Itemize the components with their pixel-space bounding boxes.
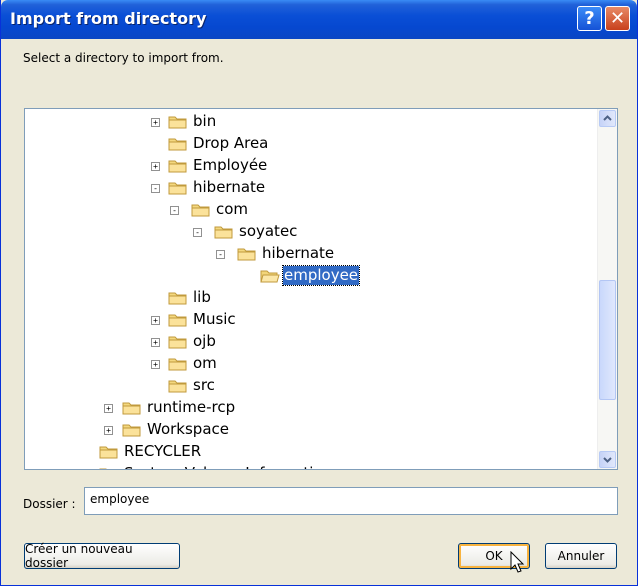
tree-node-label[interactable]: bin [192,112,217,131]
expand-icon[interactable]: + [104,426,113,435]
title-bar[interactable]: Import from directory ? ✕ [1,0,637,39]
folder-icon [168,158,188,174]
tree-node[interactable]: + ojb [25,331,598,353]
expand-icon[interactable]: + [151,316,160,325]
folder-icon [168,334,188,350]
tree-node-label[interactable]: om [192,354,218,373]
collapse-icon[interactable]: - [193,228,202,237]
tree-node-label[interactable]: lib [192,288,212,307]
tree-node[interactable]: + om [25,353,598,375]
folder-icon [168,136,188,152]
close-button[interactable]: ✕ [605,6,630,31]
expand-icon[interactable]: + [151,118,160,127]
tree-node[interactable]: - soyatec [25,221,598,243]
tree-node[interactable]: src [25,375,598,397]
tree-node-label[interactable]: Drop Area [192,134,269,153]
tree-node-label[interactable]: ojb [192,332,217,351]
tree-node-label[interactable]: hibernate [192,178,266,197]
folder-icon [122,400,142,416]
close-icon: ✕ [609,8,626,29]
tree-node-label[interactable]: employee [281,265,361,286]
folder-icon [168,356,188,372]
directory-tree[interactable]: + bin Drop Area + Employée - hibernate - com - soy… [24,108,618,470]
tree-viewport: + bin Drop Area + Employée - hibernate - com - soy… [25,109,598,469]
tree-node-label[interactable]: soyatec [238,222,298,241]
help-icon: ? [584,8,595,29]
tree-node[interactable]: lib [25,287,598,309]
collapse-icon[interactable]: - [151,184,160,193]
tree-node[interactable]: RECYCLER [25,441,598,463]
collapse-icon[interactable]: - [170,206,179,215]
folder-icon [99,466,119,469]
folder-icon [214,224,234,240]
tree-node[interactable]: + bin [25,111,598,133]
tree-node[interactable]: - hibernate [25,177,598,199]
folder-icon [237,246,257,262]
folder-icon [122,422,142,438]
tree-node[interactable]: + runtime-rcp [25,397,598,419]
tree-node[interactable]: + Workspace [25,419,598,441]
tree-node-label[interactable]: src [192,376,216,395]
tree-node-label[interactable]: RECYCLER [123,442,202,461]
folder-icon [168,312,188,328]
chevron-up-icon [603,115,612,121]
chevron-down-icon [603,457,612,463]
tree-node[interactable]: + Music [25,309,598,331]
expand-icon[interactable]: + [151,360,160,369]
folder-icon [99,444,119,460]
expand-icon[interactable]: + [151,338,160,347]
tree-node[interactable]: - hibernate [25,243,598,265]
tree-node[interactable]: System Volume Information [25,463,598,469]
tree-node-label[interactable]: Music [192,310,237,329]
scroll-thumb[interactable] [599,280,616,400]
help-button[interactable]: ? [577,6,602,31]
scroll-down-button[interactable] [599,451,616,468]
tree-node[interactable]: employee [25,265,598,287]
mouse-pointer-icon [510,551,525,573]
new-folder-button[interactable]: Créer un nouveau dossier [24,542,180,570]
tree-node-label[interactable]: Workspace [146,420,230,439]
scroll-up-button[interactable] [599,110,616,127]
vertical-scrollbar[interactable] [597,109,617,469]
cancel-button[interactable]: Annuler [545,543,617,569]
tree-node[interactable]: Drop Area [25,133,598,155]
tree-node-label[interactable]: hibernate [261,244,335,263]
tree-node[interactable]: + Employée [25,155,598,177]
tree-node[interactable]: - com [25,199,598,221]
folder-icon [191,202,211,218]
expand-icon[interactable]: + [104,404,113,413]
folder-icon [168,378,188,394]
folder-open-icon [260,268,280,284]
folder-icon [168,290,188,306]
tree-node-label[interactable]: com [215,200,249,219]
folder-name-input[interactable]: employee [84,487,618,515]
folder-field-label: Dossier : [23,497,76,511]
folder-icon [168,180,188,196]
dialog-window: Import from directory ? ✕ Select a direc… [0,0,638,586]
expand-icon[interactable]: + [151,162,160,171]
tree-node-label[interactable]: Employée [192,156,268,175]
collapse-icon[interactable]: - [216,250,225,259]
tree-node-label[interactable]: runtime-rcp [146,398,236,417]
tree-node-label[interactable]: System Volume Information [123,464,333,469]
folder-icon [168,114,188,130]
instruction-text: Select a directory to import from. [23,51,224,65]
window-title: Import from directory [10,9,207,28]
